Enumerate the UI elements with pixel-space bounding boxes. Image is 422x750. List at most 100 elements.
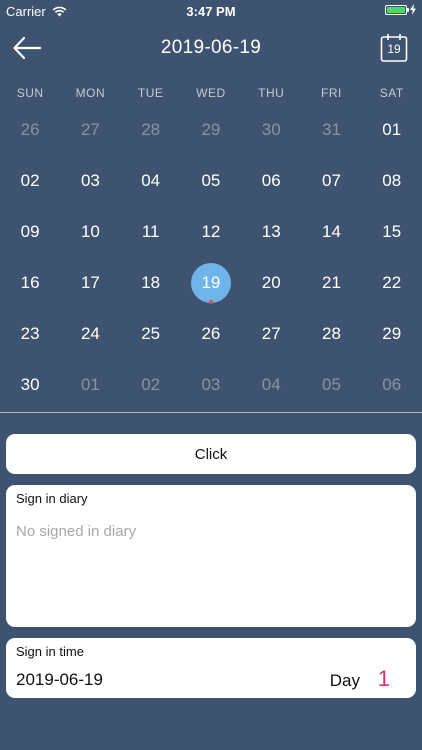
weekday-label: MON — [75, 86, 106, 100]
calendar-day[interactable]: 31 — [301, 104, 361, 155]
calendar-day[interactable]: 04 — [241, 359, 301, 410]
calendar-day-number: 20 — [261, 272, 281, 292]
calendar-day[interactable]: 02 — [121, 359, 181, 410]
calendar-day-number: 29 — [382, 323, 402, 343]
calendar-day[interactable]: 02 — [0, 155, 60, 206]
calendar-day-number: 23 — [20, 323, 40, 343]
calendar-day[interactable]: 12 — [181, 206, 241, 257]
calendar-week-row: 30 01 02 03 04 05 06 — [0, 359, 422, 410]
calendar-day[interactable]: 28 — [301, 308, 361, 359]
calendar-week-row: 09 10 11 12 13 14 15 — [0, 206, 422, 257]
calendar-day-number: 30 — [20, 374, 40, 394]
calendar-day[interactable]: 17 — [60, 257, 120, 308]
weekday-label: FRI — [321, 86, 342, 100]
diary-title: Sign in diary — [16, 491, 88, 506]
calendar-week-row: 02 03 04 05 06 07 08 — [0, 155, 422, 206]
calendar-day[interactable]: 25 — [121, 308, 181, 359]
battery-nub — [407, 7, 409, 12]
calendar-day[interactable]: 09 — [0, 206, 60, 257]
calendar-day[interactable]: 26 — [181, 308, 241, 359]
day-count: 1 — [377, 666, 390, 691]
calendar-day-number: 07 — [322, 170, 341, 190]
calendar-day[interactable]: 04 — [121, 155, 181, 206]
calendar-day[interactable]: 28 — [121, 104, 181, 155]
calendar-day[interactable]: 30 — [241, 104, 301, 155]
calendar-day[interactable]: 05 — [301, 359, 361, 410]
charging-bolt-icon — [410, 4, 416, 15]
day-label: Day — [329, 671, 360, 690]
calendar-day[interactable]: 23 — [0, 308, 60, 359]
calendar-day-number: 30 — [261, 119, 281, 139]
calendar-day-number: 01 — [80, 374, 100, 394]
calendar-day[interactable]: 22 — [362, 257, 422, 308]
calendar-day-number: 04 — [141, 170, 161, 190]
calendar-day[interactable]: 01 — [362, 104, 422, 155]
diary-card: Sign in diary No signed in diary — [6, 485, 416, 627]
calendar-day-number: 19 — [190, 262, 231, 303]
calendar-day[interactable]: 03 — [181, 359, 241, 410]
calendar-day[interactable]: 27 — [241, 308, 301, 359]
calendar-day-number: 24 — [80, 323, 100, 343]
calendar-day-number: 04 — [261, 374, 281, 394]
calendar-day[interactable]: 13 — [241, 206, 301, 257]
calendar-day[interactable]: 11 — [121, 206, 181, 257]
calendar-day[interactable]: 14 — [301, 206, 361, 257]
calendar-day[interactable]: 27 — [60, 104, 120, 155]
calendar-day-number: 16 — [20, 272, 40, 292]
calendar-day[interactable]: 08 — [362, 155, 422, 206]
calendar-day[interactable]: 03 — [60, 155, 120, 206]
battery-fill — [387, 6, 405, 13]
calendar-day-number: 28 — [322, 323, 341, 343]
status-bar: Carrier 3:47 PM — [0, 0, 422, 22]
calendar-week-row: 26 27 28 29 30 31 01 — [0, 104, 422, 155]
calendar-day[interactable]: 29 — [362, 308, 422, 359]
status-right — [385, 4, 416, 15]
calendar-day-number: 31 — [322, 119, 341, 139]
status-time: 3:47 PM — [186, 4, 236, 19]
calendar-day-number: 02 — [141, 374, 161, 394]
calendar-day-number: 25 — [141, 323, 161, 343]
calendar-day-number: 13 — [261, 221, 281, 241]
weekday-header: SUN MON TUE WED THU FRI SAT — [0, 86, 422, 100]
calendar-day[interactable]: 21 — [301, 257, 361, 308]
weekday-label: THU — [258, 86, 285, 100]
calendar-day-number: 21 — [322, 272, 341, 292]
calendar-day-number: 18 — [141, 272, 161, 292]
calendar-day-number: 14 — [322, 221, 341, 241]
diary-empty-text: No signed in diary — [16, 523, 137, 540]
calendar-day[interactable]: 30 — [0, 359, 60, 410]
calendar-day-number: 06 — [382, 374, 402, 394]
calendar-day-number: 15 — [382, 221, 402, 241]
sign-in-date: 2019-06-19 — [16, 670, 103, 689]
calendar-day[interactable]: 26 — [0, 104, 60, 155]
calendar-day[interactable]: 06 — [241, 155, 301, 206]
today-calendar-button[interactable]: 19 — [380, 33, 408, 63]
calendar-day[interactable]: 20 — [241, 257, 301, 308]
calendar-day-number: 01 — [382, 119, 402, 139]
calendar-day[interactable]: 24 — [60, 308, 120, 359]
calendar-day-number: 03 — [80, 170, 100, 190]
calendar-day-selected[interactable]: 19 — [181, 257, 241, 308]
calendar-day[interactable]: 07 — [301, 155, 361, 206]
calendar-week-row: 16 17 18 19 20 21 22 — [0, 257, 422, 308]
calendar-day[interactable]: 18 — [121, 257, 181, 308]
weekday-label: TUE — [137, 86, 164, 100]
click-button[interactable]: Click — [6, 434, 416, 474]
calendar-day[interactable]: 16 — [0, 257, 60, 308]
calendar-day[interactable]: 29 — [181, 104, 241, 155]
page-title: 2019-06-19 — [160, 37, 262, 58]
sign-in-marker-dot — [208, 300, 213, 304]
weekday-label: SUN — [16, 86, 44, 100]
calendar-day-number: 12 — [201, 221, 221, 241]
calendar-day[interactable]: 05 — [181, 155, 241, 206]
calendar-day-number: 10 — [80, 221, 100, 241]
calendar-day[interactable]: 06 — [362, 359, 422, 410]
calendar-day[interactable]: 10 — [60, 206, 120, 257]
calendar-day-number: 05 — [322, 374, 341, 394]
calendar-day-number: 27 — [80, 119, 100, 139]
calendar-day[interactable]: 15 — [362, 206, 422, 257]
calendar-day-number: 08 — [382, 170, 402, 190]
sign-in-time-title: Sign in time — [16, 644, 84, 659]
calendar-day[interactable]: 01 — [60, 359, 120, 410]
calendar-grid: 26 27 28 29 30 31 01 02 03 04 05 06 07 08 09 10 11 12 13 14… — [0, 104, 422, 410]
